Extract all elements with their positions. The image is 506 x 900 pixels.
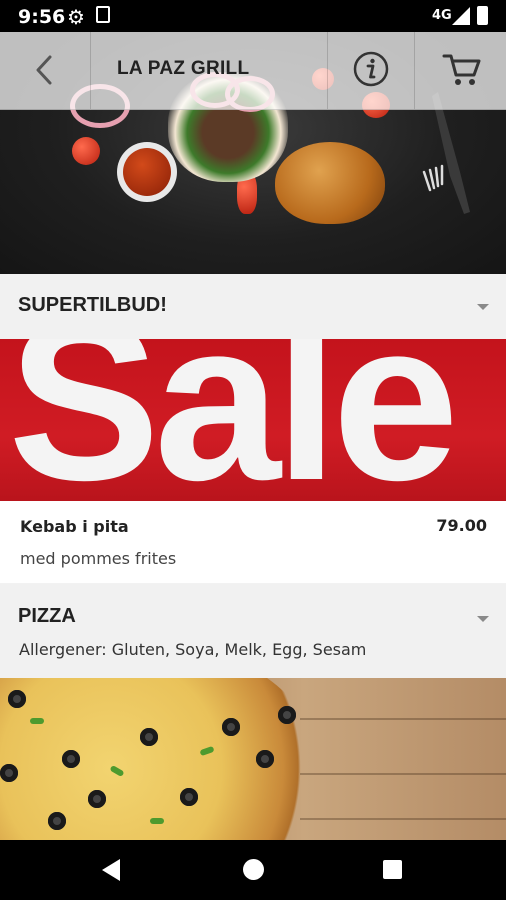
knife-icon	[432, 92, 470, 214]
divider	[327, 32, 328, 109]
menu-item[interactable]: Kebab i pita 79.00 med pommes frites	[0, 501, 506, 583]
section-header-pizza[interactable]: PIZZA Allergener: Gluten, Soya, Melk, Eg…	[0, 584, 506, 678]
info-button[interactable]	[353, 51, 389, 87]
nav-back-button[interactable]	[102, 859, 120, 881]
status-time: 9:56	[18, 6, 66, 28]
caret-down-icon	[477, 616, 489, 622]
top-navigation-bar: LA PAZ GRILL	[0, 32, 506, 110]
burger-bun-image	[275, 142, 385, 224]
section-title: PIZZA	[18, 605, 76, 627]
signal-icon	[452, 7, 470, 25]
section-title: SUPERTILBUD!	[18, 294, 167, 316]
section-allergens: Allergener: Gluten, Soya, Melk, Egg, Ses…	[19, 640, 367, 659]
system-navigation-bar	[0, 840, 506, 900]
clipboard-icon	[96, 6, 110, 23]
item-description: med pommes frites	[20, 549, 177, 568]
caret-down-icon	[477, 304, 489, 310]
sauce-bowl-image	[117, 142, 177, 202]
back-button[interactable]	[24, 50, 64, 90]
cart-icon	[442, 54, 481, 85]
cart-button[interactable]	[441, 50, 483, 90]
item-price: 79.00	[436, 516, 487, 535]
nav-home-button[interactable]	[243, 859, 264, 880]
tomato-decoration	[72, 137, 100, 165]
pizza-section-image	[0, 678, 506, 840]
settings-gear-icon: ⚙	[67, 7, 85, 29]
arrow-left-icon	[36, 55, 52, 85]
info-icon	[353, 51, 389, 87]
divider	[90, 32, 91, 109]
network-type: 4G	[432, 8, 452, 23]
divider	[414, 32, 415, 109]
battery-icon	[477, 6, 488, 25]
nav-recents-button[interactable]	[383, 860, 402, 879]
sale-banner-image: Sale	[0, 339, 506, 501]
sale-banner-text: Sale	[8, 339, 459, 501]
status-bar: 9:56 ⚙ 4G	[0, 0, 506, 32]
section-header-supertilbud[interactable]: SUPERTILBUD!	[0, 274, 506, 339]
item-name: Kebab i pita	[20, 517, 129, 536]
restaurant-title: LA PAZ GRILL	[117, 58, 250, 79]
